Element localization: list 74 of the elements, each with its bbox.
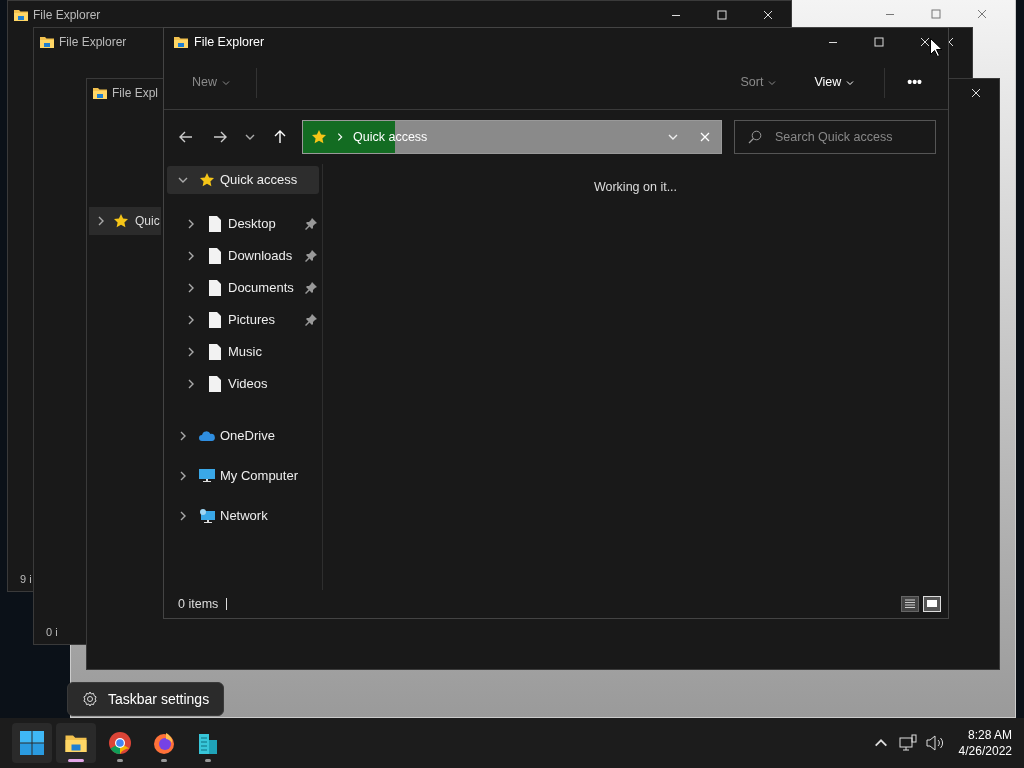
folder-icon <box>173 34 189 50</box>
search-icon <box>748 130 762 144</box>
up-arrow-icon <box>272 129 288 145</box>
tree-item[interactable]: Pictures <box>167 306 319 334</box>
tiles-view-button[interactable] <box>923 596 941 612</box>
pin-icon <box>305 250 317 262</box>
fox-browser-icon <box>152 731 176 755</box>
taskbar-app-button[interactable] <box>56 723 96 763</box>
volume-icon[interactable] <box>924 733 945 753</box>
folder-icon <box>92 85 108 101</box>
tree-item[interactable]: Music <box>167 338 319 366</box>
file-icon <box>209 312 221 328</box>
pin-icon <box>305 218 317 230</box>
search-field[interactable]: Search Quick access <box>734 120 936 154</box>
tree-item[interactable]: Documents <box>167 274 319 302</box>
close-icon <box>700 132 710 142</box>
chevron-icon <box>335 132 345 142</box>
maximize-icon <box>873 36 885 48</box>
tree-item[interactable]: My Computer <box>167 462 319 490</box>
tree-item[interactable]: Network <box>167 502 319 530</box>
tree-item[interactable]: Downloads <box>167 242 319 270</box>
file-icon <box>209 344 221 360</box>
star-icon <box>113 213 129 229</box>
file-icon <box>209 248 221 264</box>
mouse-cursor-icon <box>930 38 942 57</box>
tree-item[interactable]: Quick access <box>167 166 319 194</box>
window-title: File Expl <box>112 85 158 102</box>
pin-icon <box>305 314 317 326</box>
window-title: File Explorer <box>194 33 265 51</box>
loading-message: Working on it... <box>593 179 678 196</box>
pin-icon <box>305 282 317 294</box>
chevron-down-icon <box>768 78 777 87</box>
status-text: 9 i <box>19 571 33 587</box>
settings-icon <box>82 691 98 707</box>
list-lines-icon <box>904 598 916 610</box>
file-icon <box>209 376 221 392</box>
buildings-icon <box>196 731 220 755</box>
taskbar-app-button[interactable] <box>12 723 52 763</box>
tooltip: Taskbar settings <box>67 682 225 716</box>
monitor-icon <box>199 468 215 484</box>
file-icon <box>209 216 221 232</box>
left-arrow-icon <box>178 129 194 145</box>
maximize-icon <box>930 8 942 20</box>
close-icon <box>976 8 988 20</box>
folder-icon <box>13 7 29 23</box>
file-icon <box>209 280 221 296</box>
window-title: File Explorer <box>33 7 101 24</box>
large-tile-icon <box>926 598 938 610</box>
tree-item[interactable]: Videos <box>167 370 319 398</box>
status-text: 0 i <box>45 624 59 640</box>
details-view-button[interactable] <box>901 596 919 612</box>
tree-item[interactable]: Desktop <box>167 210 319 238</box>
window-title: File Explorer <box>59 34 127 51</box>
network-icon <box>199 508 215 524</box>
star-icon <box>311 129 327 145</box>
close-icon <box>919 36 931 48</box>
more-button[interactable]: ••• <box>897 67 932 98</box>
folder-icon <box>39 34 55 50</box>
browser-icon <box>108 731 132 755</box>
item-count: 0 items <box>178 595 219 613</box>
right-arrow-icon <box>212 129 228 145</box>
toolbar-menu-button[interactable]: View <box>802 67 867 98</box>
close-icon <box>762 9 774 21</box>
chevron-down-icon <box>222 78 230 87</box>
clock[interactable]: 8:28 AM 4/26/2022 <box>958 727 1016 759</box>
maximize-icon <box>716 9 728 21</box>
star-icon <box>199 172 215 188</box>
windows-logo-icon <box>20 731 44 755</box>
cloud-icon <box>199 430 215 442</box>
sidebar-item[interactable]: Quic <box>89 207 161 235</box>
chevron-down-icon <box>846 78 855 87</box>
tree-item[interactable]: OneDrive <box>167 422 319 450</box>
network-status-icon[interactable] <box>898 733 919 753</box>
close-icon <box>970 87 982 99</box>
